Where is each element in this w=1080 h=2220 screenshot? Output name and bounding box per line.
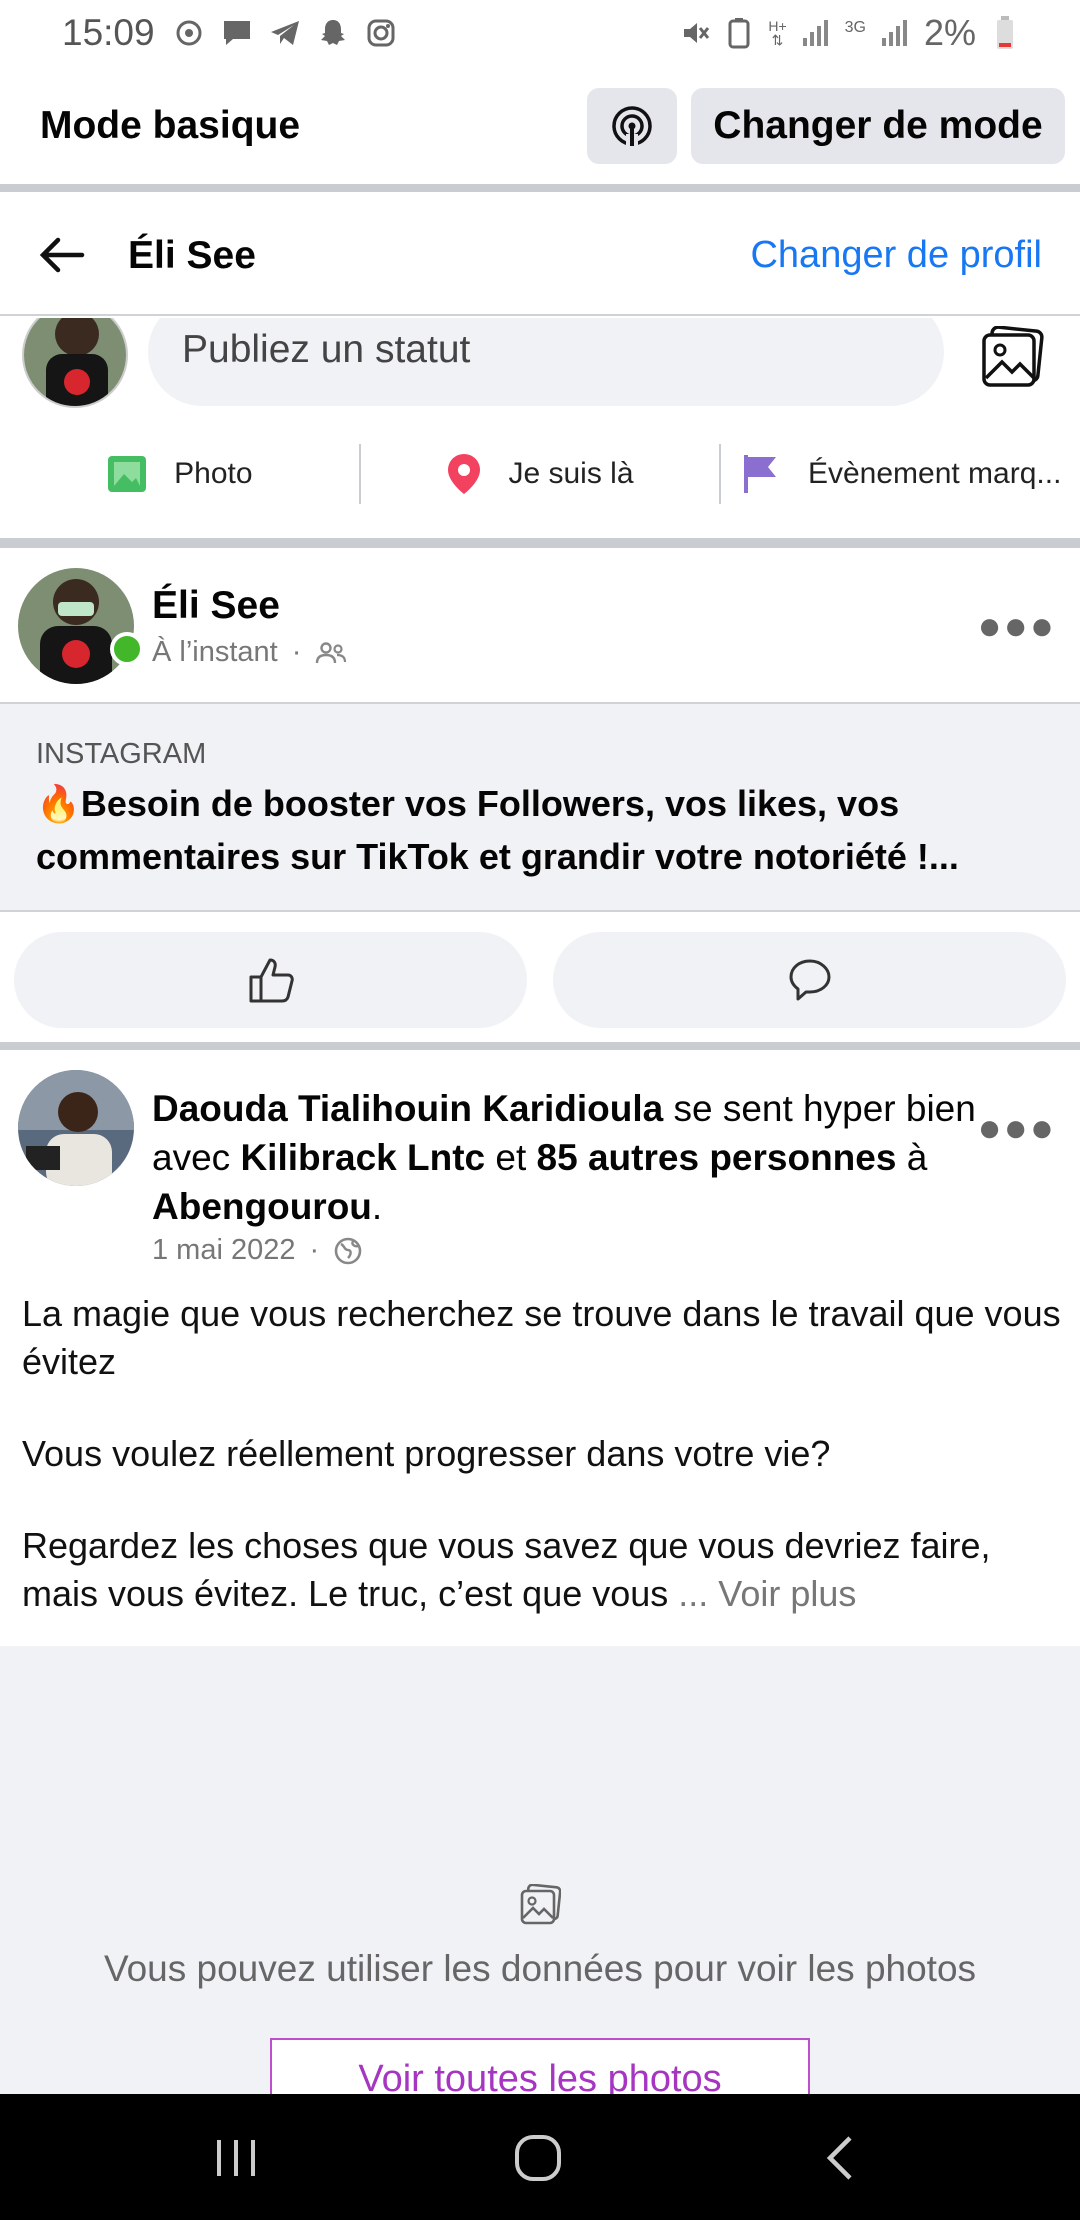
mute-icon <box>680 17 710 49</box>
photo-action[interactable]: Photo <box>0 440 359 508</box>
tagged-user[interactable]: Kilibrack Lntc <box>240 1137 485 1178</box>
data-arrows-icon: H+ ⇅ <box>768 18 787 48</box>
mode-bar: Mode basique Changer de mode <box>0 68 1080 184</box>
signal-icon <box>880 17 910 49</box>
fire-emoji: 🔥 <box>36 783 81 824</box>
dot-separator: · <box>291 636 302 668</box>
see-more-link[interactable]: ... Voir plus <box>678 1573 856 1614</box>
post-time[interactable]: À l’instant <box>152 636 278 669</box>
switch-mode-button[interactable]: Changer de mode <box>691 88 1065 164</box>
composer-actions: Photo Je suis là Évènement marq... <box>0 440 1080 508</box>
data-notice-text: Vous pouvez utiliser les données pour vo… <box>103 1948 977 1989</box>
post-paragraph: Regardez les choses que vous savez que v… <box>22 1525 991 1614</box>
profile-name: Éli See <box>128 234 256 277</box>
snapchat-icon <box>316 16 350 50</box>
divider <box>0 1042 1080 1050</box>
post-header: Daouda Tialihouin Karidioula se sent hyp… <box>152 1088 976 1227</box>
post-author[interactable]: Daouda Tialihouin Karidioula <box>152 1088 663 1129</box>
avatar[interactable] <box>18 1070 134 1186</box>
photo-placeholder: Vous pouvez utiliser les données pour vo… <box>0 1646 1080 2118</box>
divider <box>0 538 1080 548</box>
battery-saver-icon <box>724 17 754 49</box>
location-pin-icon <box>448 454 481 494</box>
battery-percent: 2% <box>923 12 976 53</box>
dot-separator: · <box>309 1234 320 1266</box>
comment-button[interactable] <box>553 932 1066 1028</box>
status-composer: Publiez un statut Photo Je suis là Évène… <box>0 318 1080 538</box>
telegram-icon <box>268 16 302 50</box>
home-button[interactable] <box>508 2128 568 2188</box>
message-icon <box>220 16 254 50</box>
data-mode-button[interactable] <box>587 88 677 164</box>
system-icons: H+ ⇅ 3G 2% <box>680 12 1020 54</box>
post-paragraph: Vous voulez réellement progresser dans v… <box>22 1433 831 1474</box>
link-source: INSTAGRAM <box>36 738 207 770</box>
photo-upload-icon[interactable] <box>980 326 1044 388</box>
battery-icon <box>990 16 1020 49</box>
reaction-bar <box>0 932 1080 1028</box>
avatar[interactable] <box>22 318 128 408</box>
recent-apps-button[interactable] <box>206 2128 266 2188</box>
post-options-button[interactable]: ●●● <box>978 1106 1056 1151</box>
signal-icon <box>801 17 831 49</box>
change-profile-link[interactable]: Changer de profil <box>750 234 1042 277</box>
profile-header: Éli See Changer de profil <box>0 192 1080 316</box>
post-paragraph: La magie que vous recherchez se trouve d… <box>22 1293 1061 1382</box>
checkin-action[interactable]: Je suis là <box>361 440 720 508</box>
status-bar: 15:09 H+ ⇅ 3G 2% <box>0 0 1080 66</box>
clock: 15:09 <box>62 12 155 53</box>
post-card: Daouda Tialihouin Karidioula se sent hyp… <box>0 1050 1080 1646</box>
post-text: La magie que vous recherchez se trouve d… <box>22 1290 1062 1662</box>
photo-icon <box>108 456 147 492</box>
divider <box>0 184 1080 192</box>
online-status-badge <box>110 632 144 666</box>
post-author[interactable]: Éli See <box>152 584 280 628</box>
like-button[interactable] <box>14 932 527 1028</box>
post-options-button[interactable]: ●●● <box>978 604 1056 649</box>
flag-icon <box>743 455 776 493</box>
status-input[interactable]: Publiez un statut <box>148 318 944 406</box>
avatar[interactable] <box>18 568 134 684</box>
photo-placeholder-icon <box>520 1884 561 1925</box>
link-preview[interactable]: INSTAGRAM 🔥Besoin de booster vos Followe… <box>0 702 1080 912</box>
link-title: 🔥Besoin de booster vos Followers, vos li… <box>36 783 959 877</box>
broadcast-icon <box>612 106 652 148</box>
sync-icon <box>172 16 206 50</box>
location-link[interactable]: Abengourou <box>152 1186 372 1227</box>
notification-icons <box>172 16 398 50</box>
back-arrow-icon[interactable] <box>36 230 86 280</box>
system-nav-bar <box>0 2094 1080 2220</box>
back-button[interactable] <box>810 2128 870 2188</box>
tagged-others-link[interactable]: 85 autres personnes <box>537 1137 897 1178</box>
post-meta: À l’instant · <box>152 636 347 669</box>
thumbs-up-icon <box>249 958 294 1003</box>
post-date[interactable]: 1 mai 2022 <box>152 1234 296 1267</box>
instagram-icon <box>364 16 398 50</box>
globe-icon <box>334 1237 362 1264</box>
recent-apps-icon <box>217 2140 255 2176</box>
friends-icon <box>316 641 347 663</box>
comment-icon <box>789 959 830 1001</box>
home-icon <box>515 2135 561 2181</box>
network-type: 3G <box>844 19 866 36</box>
mode-title: Mode basique <box>40 104 301 147</box>
post-meta: 1 mai 2022 · <box>152 1234 363 1267</box>
life-event-action[interactable]: Évènement marq... <box>721 440 1080 508</box>
post-card: Éli See À l’instant · ●●● INSTAGRAM 🔥Bes… <box>0 548 1080 1042</box>
back-chevron-icon <box>826 2136 852 2180</box>
